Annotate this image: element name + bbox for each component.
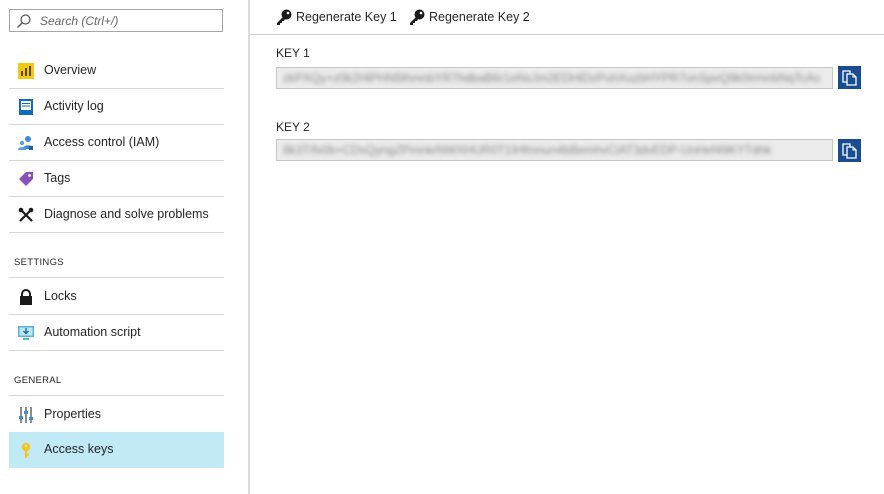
tag-icon — [19, 172, 33, 186]
menu-item-access-keys[interactable]: Access keys — [9, 432, 224, 468]
menu-label: Diagnose and solve problems — [44, 207, 209, 221]
search-icon — [17, 14, 31, 28]
menu-item-properties[interactable]: Properties — [9, 397, 224, 433]
section-title-settings: SETTINGS — [14, 257, 64, 268]
key-1-value: zkPXQy+z0k2HlPHN5lhmnbYR7hdbaB6r1eNsJm2E… — [283, 71, 821, 85]
menu-label: Access control (IAM) — [44, 135, 160, 149]
section-divider — [9, 277, 224, 278]
menu-label: Activity log — [44, 99, 104, 113]
iam-icon — [18, 136, 33, 150]
menu-label: Properties — [44, 407, 101, 421]
search-box[interactable] — [9, 9, 223, 32]
menu-item-automation-script[interactable]: Automation script — [9, 315, 224, 351]
menu-label: Locks — [44, 289, 77, 303]
search-input[interactable] — [40, 10, 220, 31]
menu-label: Overview — [44, 63, 97, 77]
regenerate-key-2-button[interactable]: Regenerate Key 2 — [409, 0, 530, 35]
command-bar: Regenerate Key 1 Regenerate Key 2 — [250, 0, 884, 35]
activity-log-icon — [19, 99, 33, 115]
toolbar-label: Regenerate Key 1 — [296, 10, 397, 24]
regenerate-key-1-button[interactable]: Regenerate Key 1 — [276, 0, 397, 35]
section-divider — [9, 395, 224, 396]
key-icon — [410, 9, 425, 25]
menu-item-locks[interactable]: Locks — [9, 279, 224, 315]
automation-script-icon — [18, 326, 34, 340]
properties-icon — [19, 407, 33, 423]
copy-key-2-button[interactable] — [838, 139, 861, 162]
section-title-general: GENERAL — [14, 375, 62, 386]
key-1-label: KEY 1 — [276, 46, 310, 60]
menu-label: Tags — [44, 171, 71, 185]
menu-item-tags[interactable]: Tags — [9, 161, 224, 197]
overview-icon — [18, 63, 34, 79]
menu-item-activity-log[interactable]: Activity log — [9, 89, 224, 125]
lock-icon — [20, 289, 32, 305]
key-2-label: KEY 2 — [276, 120, 310, 134]
key-1-field[interactable]: zkPXQy+z0k2HlPHN5lhmnbYR7hdbaB6r1eNsJm2E… — [276, 67, 833, 89]
key-icon — [21, 442, 31, 458]
menu-item-access-control[interactable]: Access control (IAM) — [9, 125, 224, 161]
wrench-icon — [18, 207, 34, 222]
copy-icon — [842, 143, 857, 159]
menu-item-overview[interactable]: Overview — [9, 53, 224, 89]
copy-key-1-button[interactable] — [838, 66, 861, 89]
menu-item-diagnose[interactable]: Diagnose and solve problems — [9, 197, 224, 233]
menu-label: Automation script — [44, 325, 141, 339]
toolbar-label: Regenerate Key 2 — [429, 10, 530, 24]
menu-label: Access keys — [44, 442, 114, 456]
copy-icon — [842, 70, 857, 86]
key-2-field[interactable]: 8k3T/fx0b+CDsQyngZPmnkrNWXHUR0T1IHfmnun4… — [276, 139, 833, 161]
resource-menu: Overview Activity log Access control (IA… — [0, 0, 250, 494]
key-icon — [277, 9, 292, 25]
key-2-value: 8k3T/fx0b+CDsQyngZPmnkrNWXHUR0T1IHfmnun4… — [283, 143, 772, 157]
